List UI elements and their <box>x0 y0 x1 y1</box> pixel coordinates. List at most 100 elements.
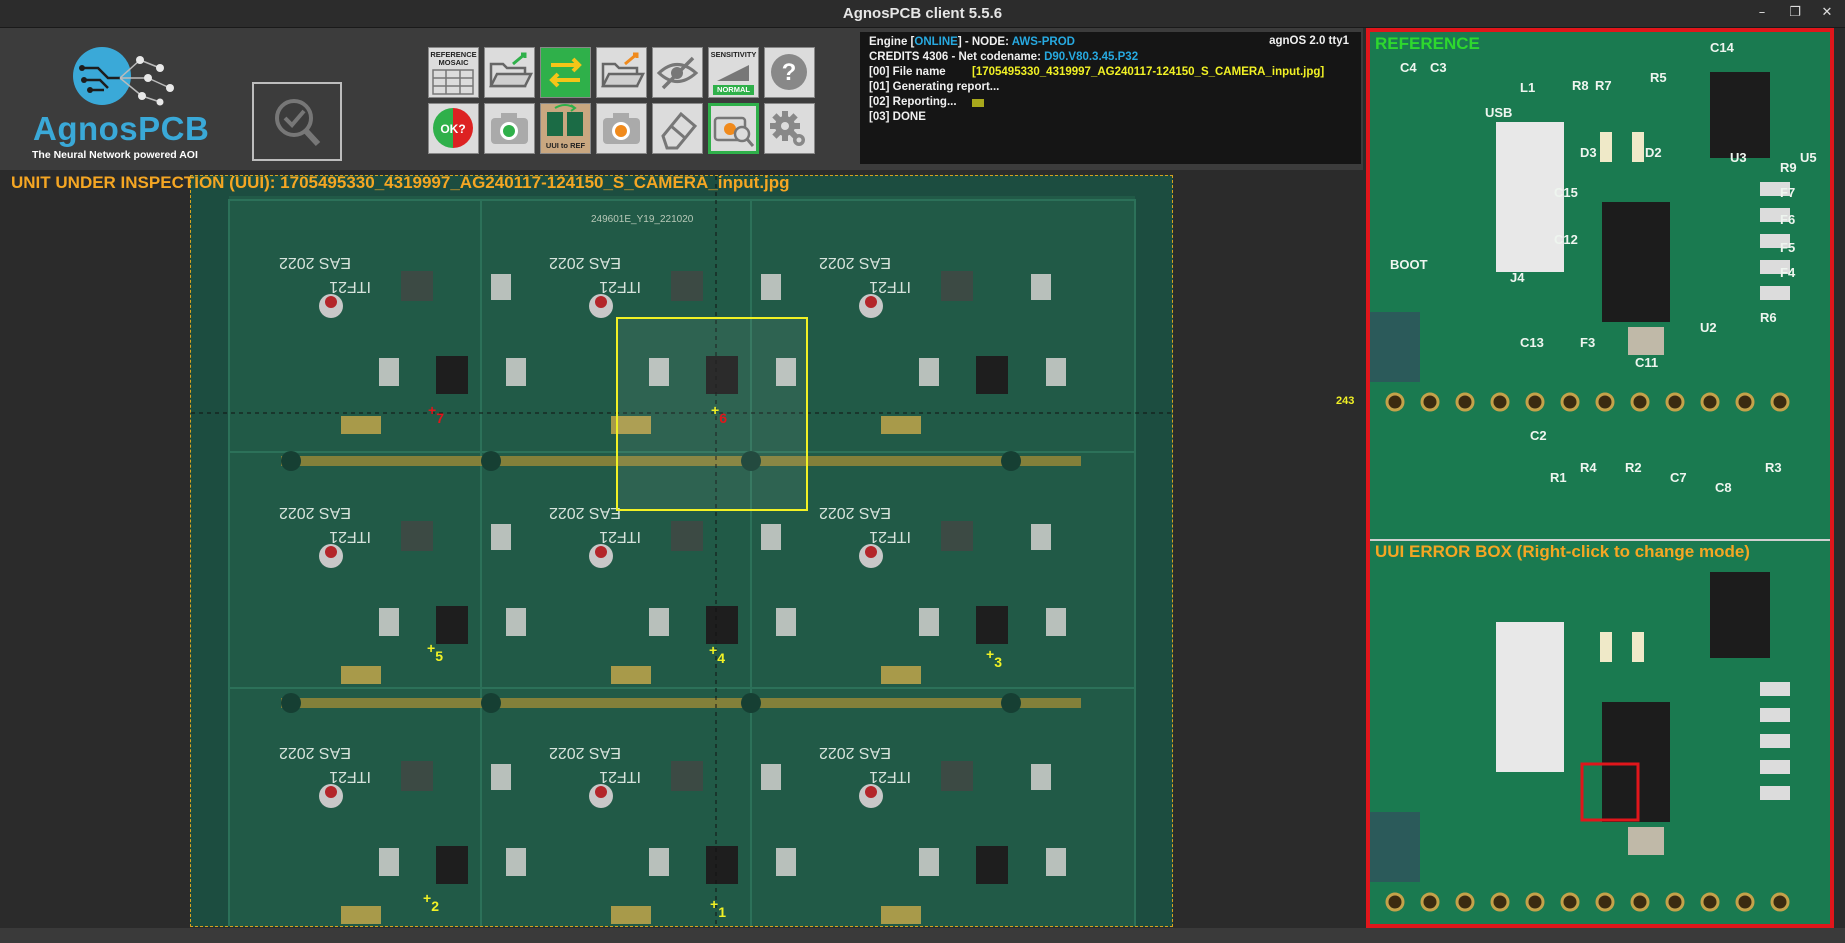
defect-marker-7[interactable]: +7 <box>428 402 444 426</box>
eraser-button[interactable] <box>652 103 703 154</box>
camera-search-button[interactable] <box>708 103 759 154</box>
via-hole <box>1385 892 1405 912</box>
maximize-button[interactable]: ❐ <box>1785 4 1805 22</box>
usb-connector <box>379 848 399 876</box>
component-label: BOOT <box>1390 257 1428 272</box>
defect-marker-2[interactable]: +2 <box>423 890 439 914</box>
via-hole <box>1490 892 1510 912</box>
silkscreen-model: ITF21 <box>329 768 371 785</box>
help-icon: ? <box>771 54 807 90</box>
resistor <box>1760 708 1790 722</box>
grid-icon <box>432 69 474 95</box>
component-label: R9 <box>1780 160 1797 175</box>
component-label: U3 <box>1730 150 1747 165</box>
component-label: R8 <box>1572 78 1589 93</box>
marker-5-label: 5 <box>435 648 443 664</box>
component-label: USB <box>1485 105 1512 120</box>
reference-error-panel[interactable]: USB BOOT C15 C12 C13 F3 C11 U2 D3 D2 R7 R8 R5 C14 U3 R9… <box>1366 28 1834 928</box>
camera-green-button[interactable] <box>484 103 535 154</box>
ok-check-button[interactable]: OK? <box>428 103 479 154</box>
led-d2 <box>1632 132 1644 162</box>
defect-marker-5[interactable]: +5 <box>427 640 443 664</box>
module-pad <box>881 666 921 684</box>
inductor <box>671 521 703 551</box>
component-label: F5 <box>1780 240 1795 255</box>
rs485-connector <box>776 848 796 876</box>
via-hole <box>1560 892 1580 912</box>
capacitor-top <box>595 546 607 558</box>
silkscreen-model: ITF21 <box>599 768 641 785</box>
via-hole <box>1490 392 1510 412</box>
close-button[interactable]: ✕ <box>1817 4 1837 22</box>
component-label: C15 <box>1554 185 1578 200</box>
usb-connector <box>379 608 399 636</box>
inductor <box>941 761 973 791</box>
defect-marker-6[interactable]: +6 <box>711 402 727 426</box>
header-connector <box>491 524 511 550</box>
hide-button[interactable] <box>652 47 703 98</box>
component-label: C14 <box>1710 40 1735 55</box>
component-label: F6 <box>1780 212 1795 227</box>
minimize-button[interactable]: – <box>1752 4 1772 22</box>
inspection-preview[interactable] <box>252 82 342 161</box>
via-hole <box>1455 892 1475 912</box>
capacitor-c11 <box>1628 327 1664 355</box>
log-line-3: [03] DONE <box>869 111 926 123</box>
engine-mid: ] - NODE: <box>957 36 1012 48</box>
rs485-connector <box>1046 848 1066 876</box>
uui-to-ref-button[interactable]: UUI to REF <box>540 103 591 154</box>
brand-tagline: The Neural Network powered AOI <box>32 149 198 161</box>
open-uui-button[interactable] <box>596 47 647 98</box>
component-label: R7 <box>1595 78 1612 93</box>
defect-marker-4[interactable]: +4 <box>709 642 725 666</box>
rs485-connector <box>1046 608 1066 636</box>
ic-chip <box>976 846 1008 884</box>
swap-button[interactable] <box>540 47 591 98</box>
eraser-icon <box>661 111 698 150</box>
reference-mosaic-button[interactable]: REFERENCE MOSAIC <box>428 47 479 98</box>
pcb-image[interactable]: EAS 2022 ITF21 EAS 2022 ITF21 EAS 2022 ITF21 E… <box>190 175 1173 927</box>
via-hole <box>1420 892 1440 912</box>
usb-connector <box>919 608 939 636</box>
marker-2-label: 2 <box>431 898 439 914</box>
component-label: C7 <box>1670 470 1687 485</box>
usb-connector <box>649 608 669 636</box>
component-label: J4 <box>1510 270 1525 285</box>
engine-line: Engine [ONLINE] - NODE: AWS-PROD <box>869 36 1075 48</box>
module-pad <box>881 906 921 924</box>
via-hole <box>1770 392 1790 412</box>
component-label: R5 <box>1650 70 1667 85</box>
component-label: R6 <box>1760 310 1777 325</box>
header-connector <box>1031 764 1051 790</box>
sensitivity-button[interactable]: SENSITIVITY NORMAL <box>708 47 759 98</box>
capacitor-top <box>865 786 877 798</box>
header-connector <box>761 274 781 300</box>
settings-button[interactable] <box>764 103 815 154</box>
magnifier-check-icon <box>275 99 321 147</box>
filename-label: [00] File name <box>869 66 946 78</box>
reference-title: REFERENCE <box>1375 34 1480 53</box>
marker-4-label: 4 <box>717 650 725 666</box>
module-pad <box>341 906 381 924</box>
gear-icon <box>770 111 805 146</box>
marker-cross: + <box>986 646 995 662</box>
camera-orange-button[interactable] <box>596 103 647 154</box>
led-d3 <box>1600 132 1612 162</box>
defect-marker-3[interactable]: +3 <box>986 646 1002 670</box>
via-hole <box>1735 392 1755 412</box>
header-connector <box>761 524 781 550</box>
engine-prefix: Engine [ <box>869 36 915 48</box>
help-button[interactable]: ? <box>764 47 815 98</box>
inductor <box>401 761 433 791</box>
net-codename: D90.V80.3.45.P32 <box>1044 51 1139 63</box>
log-line-2: [02] Reporting... <box>869 96 957 108</box>
defect-marker-1[interactable]: +1 <box>710 896 726 920</box>
coordinate-readout: 243 <box>1336 395 1355 407</box>
credits-line: CREDITS 4306 - Net codename: D90.V80.3.4… <box>869 51 1138 63</box>
header-connector <box>761 764 781 790</box>
via-hole <box>1665 392 1685 412</box>
via-hole <box>1420 392 1440 412</box>
open-reference-button[interactable] <box>484 47 535 98</box>
sensitivity-level: NORMAL <box>713 85 754 95</box>
component-label: R3 <box>1765 460 1782 475</box>
